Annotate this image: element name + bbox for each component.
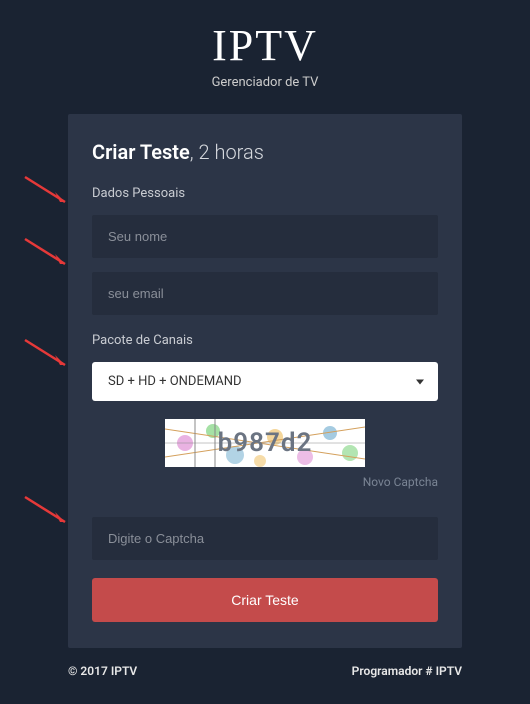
section-personal-label: Dados Pessoais	[92, 186, 438, 201]
captcha-input[interactable]	[92, 517, 438, 560]
email-input[interactable]	[92, 272, 438, 315]
section-package-label: Pacote de Canais	[92, 333, 438, 348]
title-bold: Criar Teste	[92, 140, 190, 164]
form-card: Criar Teste, 2 horas Dados Pessoais Paco…	[68, 114, 462, 648]
footer-copyright: © 2017 IPTV	[68, 664, 137, 678]
title-rest: , 2 horas	[190, 140, 264, 164]
card-title: Criar Teste, 2 horas	[92, 140, 438, 164]
header: IPTV Gerenciador de TV	[0, 0, 530, 90]
subtitle: Gerenciador de TV	[0, 75, 530, 90]
footer: © 2017 IPTV Programador # IPTV	[68, 664, 462, 678]
captcha-image-box: b987d2	[92, 419, 438, 467]
package-select-wrap[interactable]: SD + HD + ONDEMAND	[92, 362, 438, 401]
captcha-text: b987d2	[218, 428, 313, 458]
captcha-image: b987d2	[165, 419, 365, 467]
footer-credit: Programador # IPTV	[352, 664, 462, 678]
name-input[interactable]	[92, 215, 438, 258]
logo: IPTV	[0, 20, 530, 71]
package-select[interactable]: SD + HD + ONDEMAND	[92, 362, 438, 401]
captcha-refresh-link[interactable]: Novo Captcha	[92, 475, 438, 489]
submit-button[interactable]: Criar Teste	[92, 578, 438, 622]
